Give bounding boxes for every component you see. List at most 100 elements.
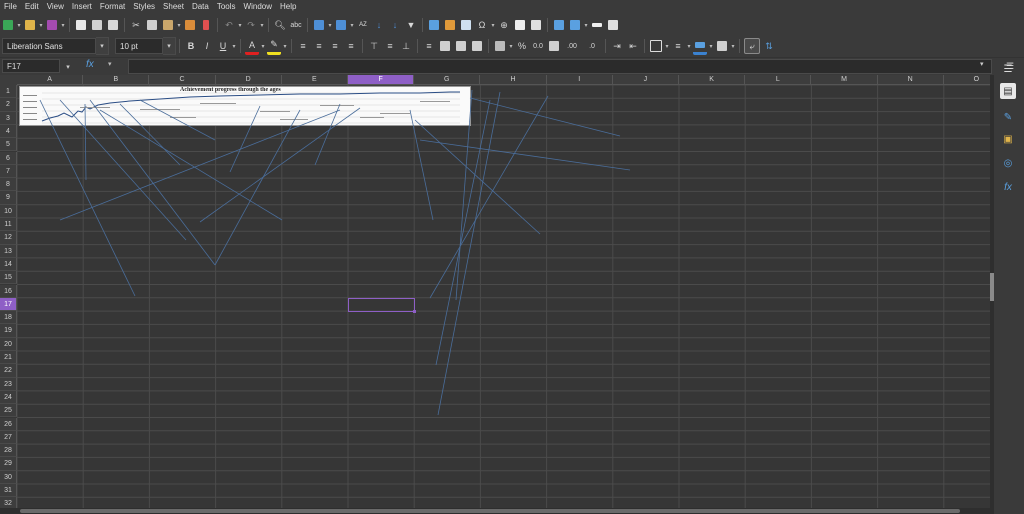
row-header-30[interactable]: 30: [0, 470, 17, 484]
menu-help[interactable]: Help: [276, 0, 300, 14]
border-color-icon[interactable]: [693, 38, 707, 55]
column-header-i[interactable]: I: [546, 75, 613, 85]
autofilter-icon[interactable]: ▼: [404, 18, 418, 32]
row-header-7[interactable]: 7: [0, 164, 17, 179]
row-header-4[interactable]: 4: [0, 124, 17, 139]
column-header-f[interactable]: F: [348, 75, 415, 85]
row-header-15[interactable]: 15: [0, 271, 17, 285]
menu-edit[interactable]: Edit: [21, 0, 43, 14]
row-header-9[interactable]: 9: [0, 191, 17, 205]
border-color-dropdown-caret[interactable]: ▾: [708, 43, 714, 50]
column-header-h[interactable]: H: [480, 75, 547, 85]
column-header-j[interactable]: J: [612, 75, 679, 85]
comment-icon[interactable]: [513, 18, 527, 32]
menu-insert[interactable]: Insert: [68, 0, 96, 14]
sort-icon[interactable]: AZ: [356, 18, 370, 32]
copy-icon[interactable]: [145, 18, 159, 32]
row-header-12[interactable]: 12: [0, 231, 17, 245]
wrap-text-icon[interactable]: ≡: [422, 39, 436, 53]
undo-dropdown-caret[interactable]: ▾: [237, 22, 243, 29]
menu-tools[interactable]: Tools: [213, 0, 240, 14]
font-size-dropdown[interactable]: ▾: [163, 37, 176, 55]
navigator-icon[interactable]: ◎: [1000, 155, 1016, 171]
menu-data[interactable]: Data: [188, 0, 213, 14]
align-right-icon[interactable]: ≡: [328, 39, 342, 53]
center-vertically-icon[interactable]: ≡: [383, 39, 397, 53]
save-dropdown-caret[interactable]: ▾: [60, 22, 66, 29]
row-header-14[interactable]: 14: [0, 257, 17, 272]
special-character-icon[interactable]: Ω: [475, 18, 489, 32]
save-icon[interactable]: [45, 18, 59, 32]
align-top-icon[interactable]: ⊤: [367, 39, 381, 53]
clear-formatting-icon[interactable]: [199, 18, 213, 32]
underline-dropdown-caret[interactable]: ▾: [231, 43, 237, 50]
highlight-dropdown-caret[interactable]: ▾: [282, 43, 288, 50]
row-header-19[interactable]: 19: [0, 324, 17, 338]
row-header-29[interactable]: 29: [0, 457, 17, 471]
merge-center-icon[interactable]: [438, 39, 452, 53]
underline-button[interactable]: U: [216, 39, 230, 53]
increase-indent-icon[interactable]: ⇥: [610, 39, 624, 53]
print-icon[interactable]: [90, 18, 104, 32]
column-dropdown-caret[interactable]: ▾: [349, 22, 355, 29]
gallery-icon[interactable]: ▣: [1000, 131, 1016, 147]
column-header-d[interactable]: D: [215, 75, 282, 85]
insert-pivot-table-icon[interactable]: [459, 18, 473, 32]
unmerge-cells-icon[interactable]: [470, 39, 484, 53]
special-character-dropdown-caret[interactable]: ▾: [490, 22, 496, 29]
merge-cells-icon[interactable]: [454, 39, 468, 53]
clone-formatting-icon[interactable]: [183, 18, 197, 32]
column-icon[interactable]: [334, 18, 348, 32]
column-header-g[interactable]: G: [414, 75, 481, 85]
bold-button[interactable]: B: [184, 39, 198, 53]
sort-ascending-icon[interactable]: ↓: [372, 18, 386, 32]
row-header-25[interactable]: 25: [0, 404, 17, 418]
align-center-icon[interactable]: ≡: [312, 39, 326, 53]
row-icon[interactable]: [312, 18, 326, 32]
spreadsheet-grid[interactable]: A B C D E F G H I J K L M N O 1 2 3 4 5 6 7 8 9 10 11 12 13 14 15 16 17…: [0, 75, 990, 514]
paste-icon[interactable]: [161, 18, 175, 32]
embedded-chart-image[interactable]: Achievement progress through the ages: [19, 86, 471, 126]
row-header-8[interactable]: 8: [0, 178, 17, 192]
menu-file[interactable]: File: [0, 0, 21, 14]
italic-button[interactable]: I: [200, 39, 214, 53]
new-document-icon[interactable]: [1, 18, 15, 32]
print-preview-icon[interactable]: [106, 18, 120, 32]
currency-format-icon[interactable]: [493, 39, 507, 53]
borders-icon[interactable]: [649, 39, 663, 53]
functions-icon[interactable]: fx: [1000, 179, 1016, 195]
menu-styles[interactable]: Styles: [129, 0, 159, 14]
date-format-icon[interactable]: [547, 39, 561, 53]
insert-chart-icon[interactable]: [443, 18, 457, 32]
currency-dropdown-caret[interactable]: ▾: [508, 43, 514, 50]
sort-descending-icon[interactable]: ↓: [388, 18, 402, 32]
new-dropdown-caret[interactable]: ▾: [16, 22, 22, 29]
wrap-text-active-icon[interactable]: ⤶: [744, 38, 760, 54]
row-header-27[interactable]: 27: [0, 430, 17, 445]
row-header-22[interactable]: 22: [0, 364, 17, 378]
decrease-indent-icon[interactable]: ⇤: [626, 39, 640, 53]
row-header-17[interactable]: 17: [0, 297, 17, 312]
define-print-area-icon[interactable]: [552, 18, 566, 32]
spelling-icon[interactable]: abc: [289, 18, 303, 32]
row-header-20[interactable]: 20: [0, 337, 17, 351]
column-header-o[interactable]: O: [943, 75, 990, 85]
column-header-k[interactable]: K: [679, 75, 746, 85]
row-header-28[interactable]: 28: [0, 444, 17, 458]
name-box-dropdown[interactable]: ▾: [62, 60, 74, 74]
conditional-dropdown-caret[interactable]: ▾: [730, 43, 736, 50]
row-header-3[interactable]: 3: [0, 111, 17, 125]
border-style-icon[interactable]: ≡: [671, 39, 685, 53]
column-header-n[interactable]: N: [877, 75, 944, 85]
conditional-format-icon[interactable]: [715, 39, 729, 53]
freeze-dropdown-caret[interactable]: ▾: [583, 22, 589, 29]
export-pdf-icon[interactable]: [74, 18, 88, 32]
formula-input[interactable]: [128, 59, 992, 74]
row-header-16[interactable]: 16: [0, 284, 17, 298]
insert-image-icon[interactable]: [427, 18, 441, 32]
row-header-2[interactable]: 2: [0, 98, 17, 112]
open-folder-icon[interactable]: [23, 18, 37, 32]
column-header-e[interactable]: E: [281, 75, 348, 85]
add-decimal-icon[interactable]: .00: [563, 39, 581, 53]
paste-dropdown-caret[interactable]: ▾: [176, 22, 182, 29]
